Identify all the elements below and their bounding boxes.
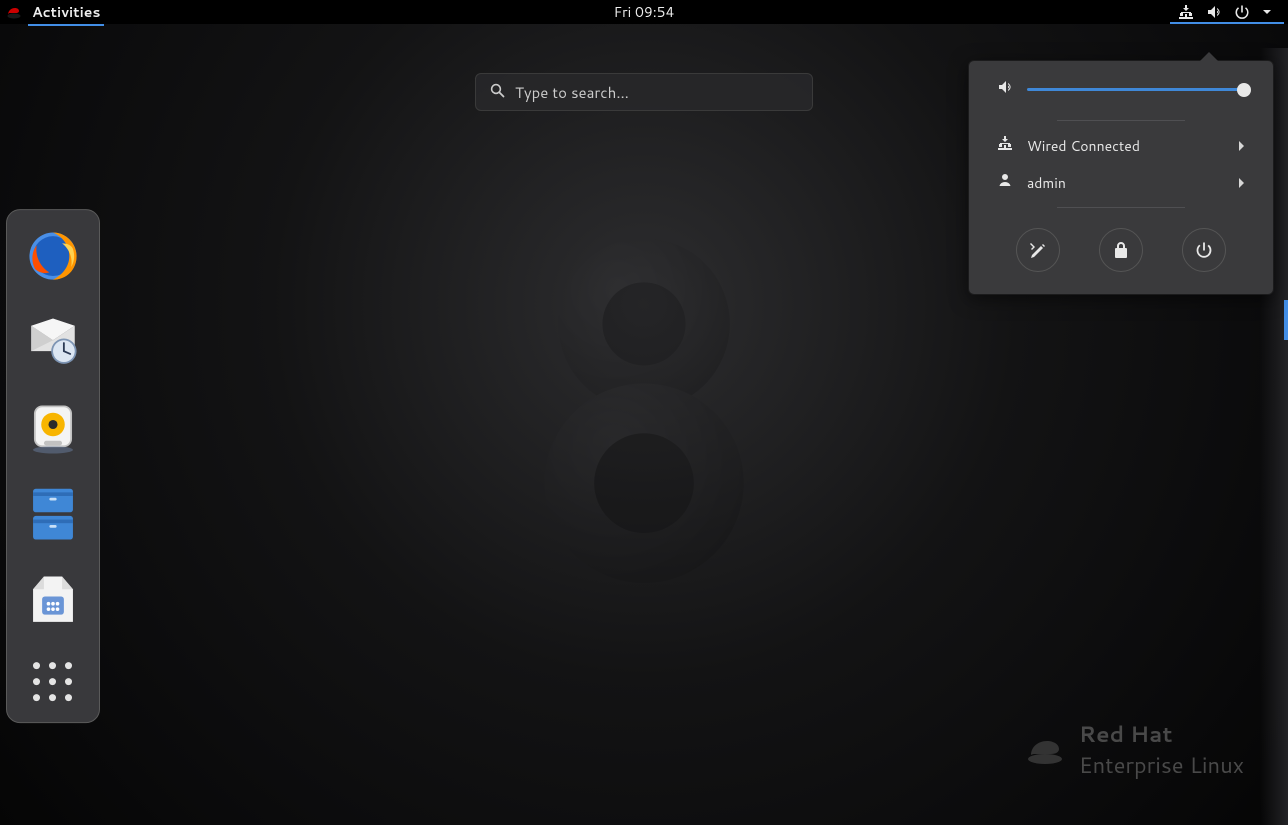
top-panel: Activities Fri 09:54 bbox=[0, 0, 1288, 24]
brand-line2: Enterprise Linux bbox=[1079, 750, 1244, 781]
system-menu-popover: Wired Connected admin bbox=[968, 60, 1274, 295]
dash-app-software[interactable] bbox=[23, 570, 83, 630]
brand-line1: Red Hat bbox=[1079, 719, 1244, 750]
wallpaper-eight-graphic bbox=[504, 227, 784, 587]
activities-button[interactable]: Activities bbox=[28, 2, 104, 22]
redhat-logo-icon bbox=[1025, 735, 1065, 765]
overview-search[interactable] bbox=[475, 73, 813, 111]
network-tray-icon bbox=[1178, 4, 1194, 20]
volume-tray-icon bbox=[1206, 4, 1222, 20]
workspace-indicator bbox=[1284, 300, 1288, 340]
dash-app-firefox[interactable] bbox=[23, 226, 83, 286]
distro-logo-icon bbox=[6, 5, 22, 19]
user-menu-item[interactable]: admin bbox=[969, 164, 1273, 201]
power-button[interactable] bbox=[1182, 228, 1226, 272]
system-tray[interactable] bbox=[1172, 4, 1282, 20]
chevron-right-icon bbox=[1237, 173, 1245, 193]
chevron-right-icon bbox=[1237, 136, 1245, 156]
distro-brand: Red Hat Enterprise Linux bbox=[1025, 719, 1244, 781]
clock[interactable]: Fri 09:54 bbox=[614, 2, 675, 22]
volume-icon bbox=[997, 79, 1013, 100]
show-applications-button[interactable] bbox=[33, 662, 73, 702]
settings-button[interactable] bbox=[1016, 228, 1060, 272]
dash-app-rhythmbox[interactable] bbox=[23, 398, 83, 458]
wired-network-icon bbox=[997, 135, 1013, 156]
volume-slider[interactable] bbox=[1027, 88, 1245, 91]
network-label: Wired Connected bbox=[1027, 136, 1223, 156]
chevron-down-icon bbox=[1262, 7, 1272, 17]
desktop-overview: Red Hat Enterprise Linux bbox=[0, 24, 1288, 825]
volume-row bbox=[969, 79, 1273, 114]
dash-app-evolution[interactable] bbox=[23, 312, 83, 372]
search-icon bbox=[490, 81, 505, 104]
power-tray-icon bbox=[1234, 4, 1250, 20]
user-label: admin bbox=[1027, 173, 1223, 193]
menu-separator bbox=[1057, 120, 1185, 121]
user-icon bbox=[997, 172, 1013, 193]
dash bbox=[6, 209, 100, 723]
menu-separator bbox=[1057, 207, 1185, 208]
search-input[interactable] bbox=[515, 82, 798, 103]
dash-app-files[interactable] bbox=[23, 484, 83, 544]
lock-button[interactable] bbox=[1099, 228, 1143, 272]
network-menu-item[interactable]: Wired Connected bbox=[969, 127, 1273, 164]
